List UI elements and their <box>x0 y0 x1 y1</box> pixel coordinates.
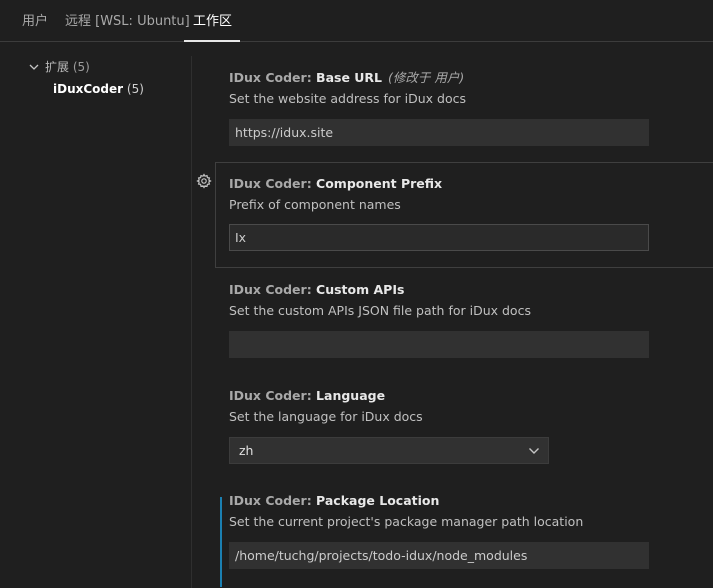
component-prefix-input[interactable] <box>229 224 649 251</box>
setting-component-prefix: IDux Coder: Component Prefix Prefix of c… <box>215 162 713 268</box>
setting-base-url: IDux Coder: Base URL (修改于 用户) Set the web… <box>215 64 713 170</box>
tree-divider <box>191 56 192 588</box>
tab-remote-wsl[interactable]: 远程 [WSL: Ubuntu] <box>65 12 190 32</box>
chevron-down-icon <box>529 448 539 454</box>
tree-item-extensions[interactable]: 扩展 (5) <box>45 58 90 76</box>
setting-description: Set the language for iDux docs <box>229 409 423 424</box>
setting-description: Set the current project's package manage… <box>229 514 584 529</box>
setting-description: Set the website address for iDux docs <box>229 91 466 106</box>
setting-title: IDux Coder: Custom APIs <box>229 281 404 299</box>
setting-name: Language <box>316 388 386 403</box>
setting-category: IDux Coder: <box>229 388 317 403</box>
tree-item-iduxcoder[interactable]: iDuxCoder (5) <box>53 80 144 98</box>
package-location-input[interactable] <box>229 542 649 569</box>
setting-custom-apis: IDux Coder: Custom APIs Set the custom A… <box>215 276 713 382</box>
modified-elsewhere-note[interactable]: (修改于 用户) <box>388 70 464 85</box>
tree-item-count: (5) <box>72 60 90 74</box>
setting-category: IDux Coder: <box>229 493 317 508</box>
setting-language: IDux Coder: Language Set the language fo… <box>215 382 713 488</box>
setting-package-location: IDux Coder: Package Location Set the cur… <box>215 487 713 588</box>
gear-icon[interactable] <box>196 173 212 189</box>
active-tab-indicator <box>184 40 240 42</box>
setting-name: Custom APIs <box>316 282 405 297</box>
setting-title: IDux Coder: Component Prefix <box>229 175 442 193</box>
tab-user[interactable]: 用户 <box>22 12 48 32</box>
setting-title: IDux Coder: Language <box>229 387 385 405</box>
selected-value: zh <box>239 443 254 458</box>
setting-name: Component Prefix <box>316 176 443 191</box>
custom-apis-input[interactable] <box>229 331 649 358</box>
setting-name: Package Location <box>316 493 440 508</box>
tree-item-label: iDuxCoder <box>53 82 124 96</box>
setting-category: IDux Coder: <box>229 176 317 191</box>
setting-description: Set the custom APIs JSON file path for i… <box>229 303 531 318</box>
setting-category: IDux Coder: <box>229 282 317 297</box>
tab-workspace[interactable]: 工作区 <box>193 12 232 32</box>
language-select[interactable]: zh <box>229 437 549 464</box>
tree-item-count: (5) <box>126 82 144 96</box>
setting-category: IDux Coder: <box>229 70 317 85</box>
settings-editor: 用户 远程 [WSL: Ubuntu] 工作区 扩展 (5) iDuxCoder… <box>0 0 713 588</box>
setting-name: Base URL <box>316 70 383 85</box>
chevron-down-icon[interactable] <box>28 61 40 73</box>
setting-title: IDux Coder: Package Location <box>229 492 439 510</box>
base-url-input[interactable] <box>229 119 649 146</box>
tree-item-label: 扩展 <box>45 60 70 74</box>
setting-description: Prefix of component names <box>229 197 401 212</box>
scope-tabs: 用户 远程 [WSL: Ubuntu] 工作区 <box>0 0 713 42</box>
setting-title: IDux Coder: Base URL (修改于 用户) <box>229 69 464 87</box>
